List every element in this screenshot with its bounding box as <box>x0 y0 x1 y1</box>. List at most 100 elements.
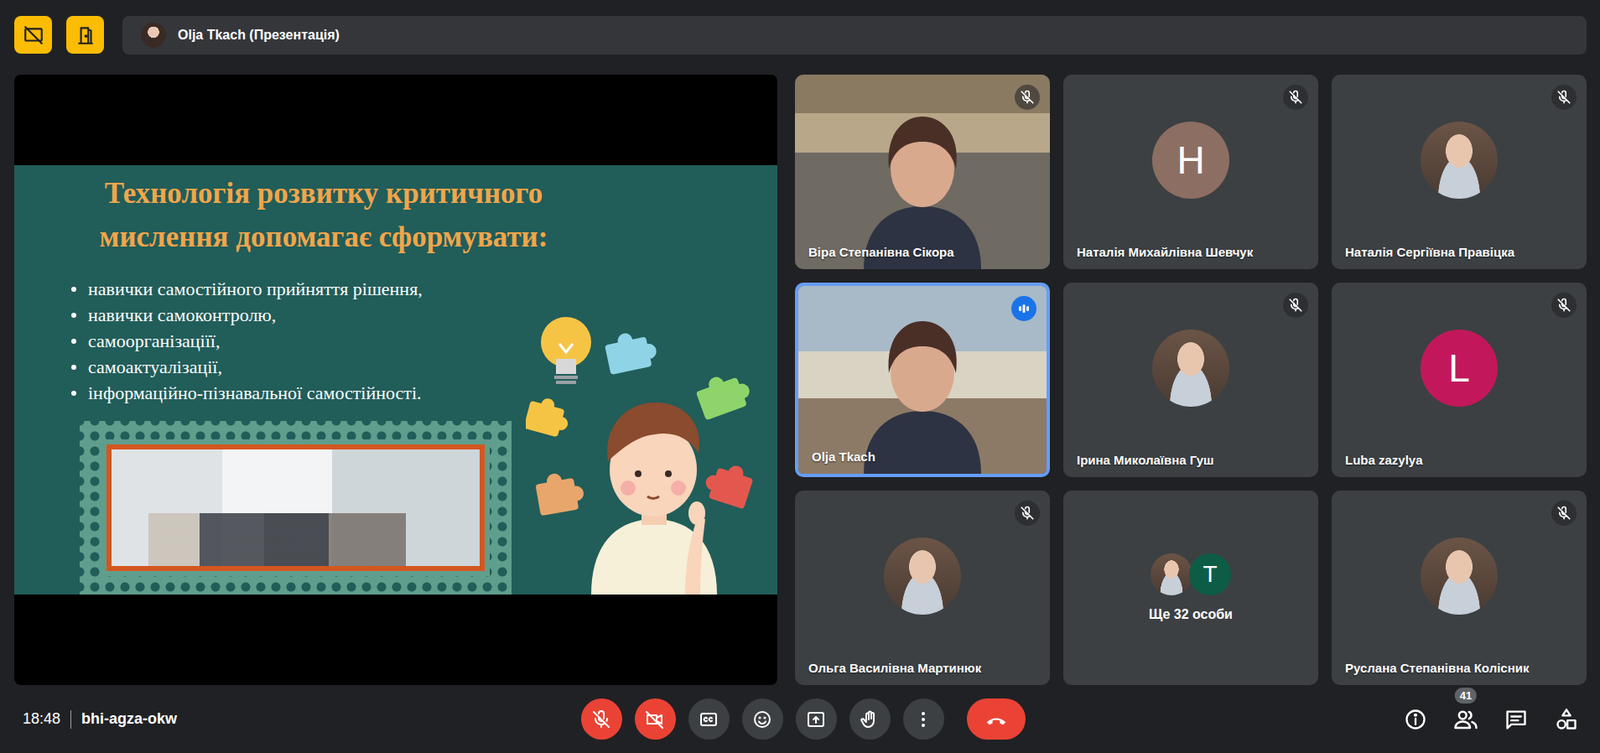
participant-tile[interactable]: Ольга Василівна Мартинюк <box>794 490 1050 686</box>
more-button[interactable] <box>903 698 945 740</box>
avatar-stack: T <box>1150 553 1232 596</box>
microphone-icon <box>591 709 612 730</box>
participant-tile[interactable]: ННаталія Михайлівна Шевчук <box>1063 74 1319 270</box>
slide-body: навички самостійного прийняття рішення,н… <box>14 259 778 595</box>
avatar: L <box>1420 329 1498 407</box>
meeting-details: 18:48bhi-agza-okw <box>22 710 582 729</box>
mic-off-icon <box>1556 89 1572 105</box>
photo-frame <box>79 420 512 595</box>
hand-icon <box>859 709 880 730</box>
raise-hand-button[interactable] <box>849 698 891 740</box>
participant-name: Olja Tkach <box>798 449 1047 474</box>
call-controls <box>581 698 1026 740</box>
mic-off-icon <box>1556 297 1572 313</box>
activities-icon <box>1554 707 1579 732</box>
muted-indicator <box>1551 292 1577 318</box>
classroom-photo <box>106 444 485 572</box>
avatar-photo <box>1152 329 1230 407</box>
people-count: 41 <box>1454 687 1477 704</box>
camera-button[interactable] <box>634 698 676 740</box>
participant-name: Руслана Степанівна Колісник <box>1331 660 1587 686</box>
video-frame <box>794 74 1050 270</box>
door-icon <box>74 24 97 47</box>
title-line: Технологія розвитку критичного <box>51 171 597 216</box>
illustration <box>517 259 778 595</box>
slide-left: навички самостійного прийняття рішення,н… <box>14 259 518 595</box>
participant-tile[interactable]: T Ще 32 особи <box>1063 490 1319 686</box>
participant-tile[interactable]: Руслана Степанівна Колісник <box>1331 490 1587 686</box>
emoji-icon <box>752 709 773 730</box>
bullet: самоорганізаціїї, <box>71 327 518 354</box>
more-participants: Ще 32 особи <box>1148 607 1233 623</box>
captions-icon <box>698 709 719 730</box>
meeting-code: bhi-agza-okw <box>81 710 177 728</box>
separator <box>70 710 72 729</box>
bullet: навички самостійного прийняття рішення, <box>71 275 518 302</box>
main-area: Технологія розвитку критичногомислення д… <box>0 74 1600 686</box>
participant-tile[interactable]: L Luba zazylya <box>1331 282 1587 478</box>
participant-name: Віра Степанівна Сікора <box>794 244 1050 270</box>
avatar: T <box>1189 553 1232 596</box>
chat-icon <box>1504 707 1528 732</box>
info-button[interactable] <box>1402 706 1429 733</box>
mic-off-icon <box>1288 89 1304 105</box>
title-line: мислення допомагає сформувати: <box>51 215 597 260</box>
activities-button[interactable] <box>1553 706 1580 733</box>
muted-indicator <box>1283 292 1309 318</box>
reactions-button[interactable] <box>742 698 784 740</box>
speaking-indicator <box>1011 296 1037 322</box>
bullet-text: самоактуалізації, <box>88 353 223 380</box>
participant-grid: Віра Степанівна Сікора ННаталія Михайлівн… <box>794 74 1587 686</box>
slide: Технологія розвитку критичногомислення д… <box>14 165 778 595</box>
avatar-photo <box>1420 121 1498 199</box>
participant-tile[interactable]: Olja Tkach <box>794 282 1050 478</box>
participant-name: Наталія Михайлівна Шевчук <box>1063 244 1319 270</box>
presenter-label: Olja Tkach (Презентація) <box>177 27 340 43</box>
info-icon <box>1403 707 1428 732</box>
participant-name: Luba zazylya <box>1331 452 1587 478</box>
muted-indicator <box>1283 84 1309 110</box>
avatar-photo <box>1420 537 1498 615</box>
leave-call-button[interactable] <box>966 698 1026 740</box>
participant-name: Наталія Сергіївна Правіцка <box>1331 244 1587 270</box>
mic-off-icon <box>1019 505 1035 521</box>
hide-presentation-button[interactable] <box>14 15 52 54</box>
participant-tile[interactable]: Ірина Миколаївна Гуш <box>1063 282 1319 478</box>
people-button[interactable]: 41 <box>1452 706 1480 733</box>
avatar-photo <box>883 537 962 615</box>
more-icon <box>913 709 934 730</box>
participant-tile[interactable]: Віра Степанівна Сікора <box>794 74 1050 270</box>
participant-name: Ірина Миколаївна Гуш <box>1063 452 1319 478</box>
presentation: Технологія розвитку критичногомислення д… <box>14 74 778 686</box>
side-controls: 41 <box>1025 706 1585 733</box>
chat-button[interactable] <box>1502 706 1530 733</box>
participant-name: Ольга Василівна Мартинюк <box>794 660 1050 686</box>
bullet-text: самоорганізаціїї, <box>88 327 220 354</box>
mic-off-icon <box>1556 505 1572 521</box>
participant-tile[interactable]: Наталія Сергіївна Правіцка <box>1331 74 1587 270</box>
breakout-button[interactable] <box>66 15 104 54</box>
bullet-text: навички самостійного прийняття рішення, <box>88 275 423 302</box>
present-button[interactable] <box>795 698 837 740</box>
audio-bars-icon <box>1017 301 1031 316</box>
muted-indicator <box>1551 84 1577 110</box>
thinking-boy-icon <box>525 301 778 595</box>
presenter-pill[interactable]: Olja Tkach (Презентація) <box>122 15 1587 55</box>
avatar-photo <box>1150 553 1193 596</box>
muted-indicator <box>1551 500 1577 526</box>
bullet-list: навички самостійного прийняття рішення,н… <box>14 259 518 406</box>
muted-indicator <box>1014 500 1040 526</box>
mic-off-icon <box>1019 89 1035 105</box>
mic-button[interactable] <box>581 698 623 740</box>
captions-button[interactable] <box>688 698 730 740</box>
bullet: інформаційно-пізнавальної самостійності. <box>71 379 518 406</box>
bullet: самоактуалізації, <box>71 353 518 380</box>
bottom-bar: 18:48bhi-agza-okw 41 <box>0 685 1600 753</box>
bullet-text: інформаційно-пізнавальної самостійності. <box>88 379 422 406</box>
present-icon <box>805 709 826 730</box>
bullet-text: навички самоконтролю, <box>88 301 276 328</box>
video-frame <box>798 285 1047 474</box>
top-bar: Olja Tkach (Презентація) <box>0 0 1600 75</box>
slide-title: Технологія розвитку критичногомислення д… <box>14 165 597 260</box>
muted-indicator <box>1014 84 1040 110</box>
